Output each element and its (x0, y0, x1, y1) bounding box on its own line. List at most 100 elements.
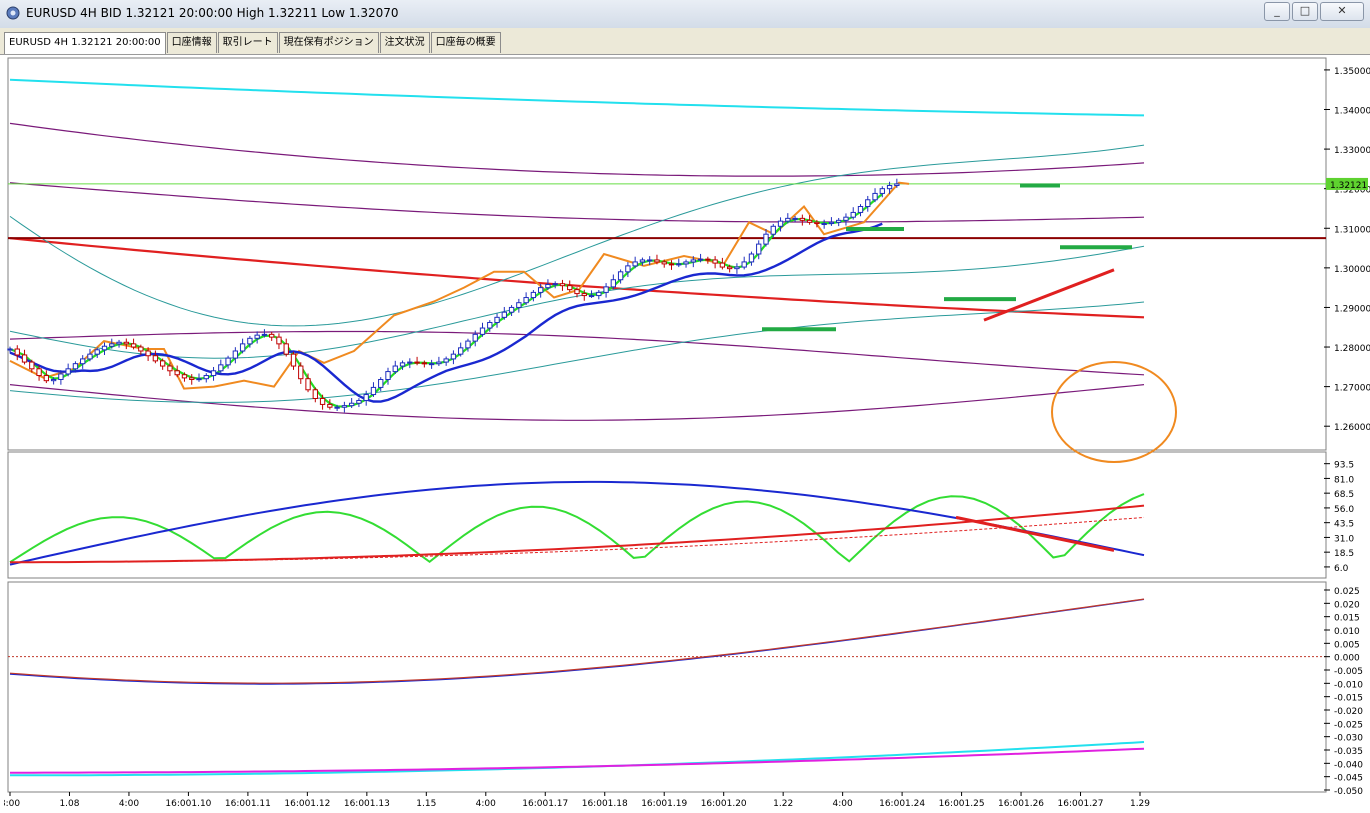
tab-trading-rates[interactable]: 取引レート (217, 32, 278, 53)
candle-body (356, 399, 362, 404)
candle-body (428, 363, 435, 366)
candle-body (109, 343, 115, 347)
macd-tick-label: 0.020 (1334, 600, 1360, 610)
candle-body (21, 354, 28, 363)
price-tick-label: 1.30000 (1334, 265, 1370, 275)
stochastic-panel[interactable] (7, 451, 1327, 579)
candle-body (123, 341, 129, 345)
candle-body (29, 361, 35, 370)
candle-body (247, 337, 253, 345)
candle-body (705, 258, 711, 261)
candle-body (581, 293, 587, 297)
tab-account-info[interactable]: 口座情報 (166, 32, 217, 53)
close-button[interactable]: ✕ (1320, 2, 1364, 21)
stoch-tick-label: 43.5 (1334, 520, 1354, 530)
candle-body (458, 347, 464, 355)
candle-body (545, 283, 551, 289)
candle-body (370, 386, 377, 396)
candle-body (152, 355, 159, 362)
time-tick-label: 16:001.13 (344, 799, 390, 809)
candle-body (269, 333, 275, 338)
candle-body (886, 185, 893, 190)
candle-body (632, 261, 638, 267)
candle-body (319, 397, 326, 405)
macd-tick-label: 0.010 (1334, 627, 1360, 637)
candle-body (748, 253, 755, 263)
candle-body (290, 353, 297, 367)
candle-body (94, 349, 100, 355)
macd-tick-label: -0.010 (1334, 680, 1363, 690)
price-tick-label: 1.27000 (1334, 384, 1370, 394)
tab-account-summary[interactable]: 口座毎の概要 (430, 32, 501, 53)
macd-tick-label: -0.035 (1334, 747, 1363, 757)
tab-open-positions[interactable]: 現在保有ポジション (278, 32, 379, 53)
candle-body (80, 358, 86, 365)
title-bar: EURUSD 4H BID 1.32121 20:00:00 High 1.32… (0, 0, 1370, 29)
tab-order-status[interactable]: 注文状況 (379, 32, 430, 53)
restore-button[interactable]: □ (1292, 2, 1318, 21)
candle-body (116, 341, 122, 345)
candle-body (647, 259, 653, 262)
time-tick-label: 1.15 (416, 799, 436, 809)
candle-body (734, 266, 740, 270)
candle-body (58, 373, 64, 380)
chart-area[interactable]: 1.35000 1.34000 1.33000 1.32000 1.31000 1.300… (0, 54, 1370, 810)
candle-body (159, 360, 166, 367)
candle-body (894, 183, 900, 187)
candle-body (436, 361, 442, 365)
candle-body (232, 350, 239, 359)
candle-body (843, 216, 849, 221)
candle-body (567, 285, 573, 291)
candle-body (189, 377, 195, 380)
candle-body (479, 327, 486, 335)
candle-body (814, 221, 820, 225)
candle-body (363, 394, 369, 401)
candle-body (697, 258, 704, 261)
candle-body (210, 370, 217, 377)
candle-body (472, 333, 478, 342)
candle-body (523, 297, 529, 304)
chart-canvas[interactable]: 1.350001.340001.330001.320001.310001.300… (0, 54, 1370, 810)
candle-body (770, 225, 776, 235)
candle-body (399, 362, 406, 367)
candle-body (218, 364, 224, 372)
macd-tick-label: -0.015 (1334, 694, 1363, 704)
time-tick-label: 16:001.11 (225, 799, 271, 809)
time-tick-label: 16:001.26 (998, 799, 1044, 809)
candle-body (450, 353, 457, 360)
candle-body (50, 378, 57, 382)
price-panel[interactable] (7, 57, 1327, 451)
candle-body (43, 375, 50, 382)
candle-body (414, 361, 420, 364)
candle-body (254, 334, 260, 339)
candle-body (516, 302, 522, 308)
macd-tick-label: -0.005 (1334, 667, 1363, 677)
stoch-tick-label: 6.0 (1334, 564, 1349, 574)
candle-body (530, 291, 537, 299)
candle-body (806, 219, 813, 223)
macd-tick-label: -0.020 (1334, 707, 1363, 717)
candle-body (719, 262, 726, 268)
candle-body (625, 265, 631, 273)
candle-body (14, 348, 20, 356)
candle-body (821, 223, 827, 226)
candle-body (494, 316, 500, 323)
candle-body (298, 365, 304, 380)
time-tick-label: 16:001.18 (582, 799, 628, 809)
window-title: EURUSD 4H BID 1.32121 20:00:00 High 1.32… (26, 6, 399, 20)
tab-chart[interactable]: EURUSD 4H 1.32121 20:00:00 (4, 32, 166, 54)
app-icon (6, 6, 20, 20)
macd-panel[interactable] (7, 581, 1327, 793)
candle-body (196, 378, 202, 381)
candle-body (334, 406, 340, 409)
time-tick-label: 1.22 (773, 799, 793, 809)
stoch-tick-label: 56.0 (1334, 505, 1354, 515)
tab-bar: EURUSD 4H 1.32121 20:00:00 口座情報 取引レート 現在… (0, 28, 1370, 55)
price-tick-label: 1.26000 (1334, 423, 1370, 433)
candle-body (101, 345, 108, 351)
candle-body (792, 217, 798, 220)
time-tick-label: 16:001.10 (165, 799, 211, 809)
minimize-button[interactable]: _ (1264, 2, 1290, 21)
candle-body (261, 333, 268, 336)
stoch-tick-label: 18.5 (1334, 549, 1354, 559)
